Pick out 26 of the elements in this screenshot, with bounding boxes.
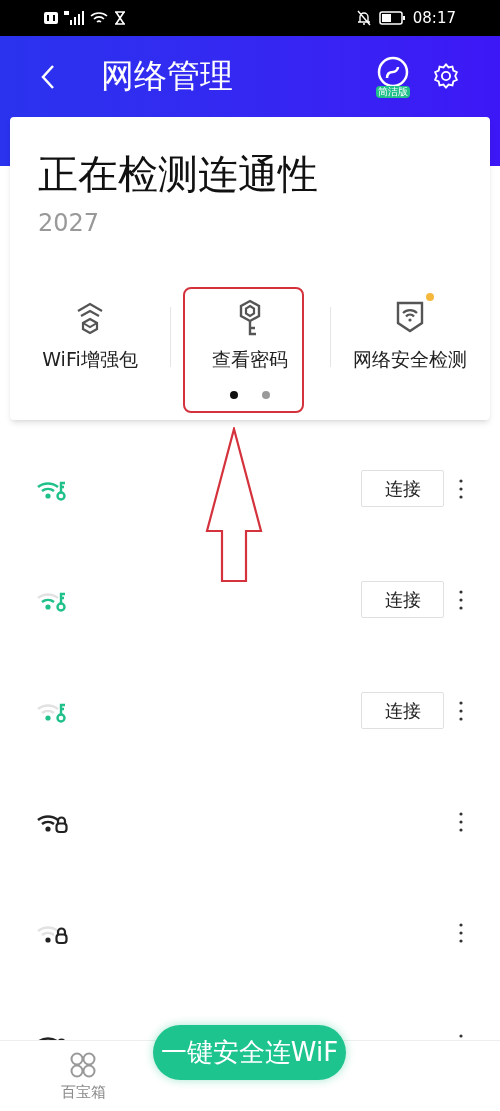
hd-icon bbox=[44, 12, 58, 24]
feature-link[interactable]: 网络安全检测 bbox=[353, 345, 467, 374]
more-icon[interactable] bbox=[458, 921, 464, 944]
more-icon[interactable] bbox=[458, 588, 464, 611]
link-circle-icon[interactable] bbox=[377, 56, 409, 88]
battery-icon bbox=[378, 11, 405, 25]
connect-button[interactable]: 连接 bbox=[361, 581, 444, 618]
bell-off-icon bbox=[356, 10, 371, 26]
clock-time: 08:17 bbox=[412, 7, 456, 29]
clover-icon bbox=[69, 1051, 97, 1079]
feature-link[interactable]: WiFi增强包 bbox=[42, 345, 138, 374]
feature-link[interactable]: 查看密码 bbox=[212, 345, 288, 374]
wifi-icon bbox=[90, 11, 108, 25]
edition-badge: 简洁版 bbox=[376, 86, 410, 98]
more-icon[interactable] bbox=[458, 477, 464, 500]
card-subtitle: 2027 bbox=[38, 208, 100, 239]
settings-icon[interactable] bbox=[432, 62, 460, 90]
signal-icon bbox=[64, 11, 84, 25]
more-icon[interactable] bbox=[458, 699, 464, 722]
hourglass-icon bbox=[114, 11, 126, 25]
card-title: 正在检测连通性 bbox=[38, 150, 318, 199]
page-title: 网络管理 bbox=[101, 56, 233, 96]
connect-button[interactable]: 连接 bbox=[361, 470, 444, 507]
more-icon[interactable] bbox=[458, 810, 464, 833]
nav-tab[interactable]: 百宝箱 bbox=[33, 1041, 133, 1111]
connect-button[interactable]: 连接 bbox=[361, 692, 444, 729]
